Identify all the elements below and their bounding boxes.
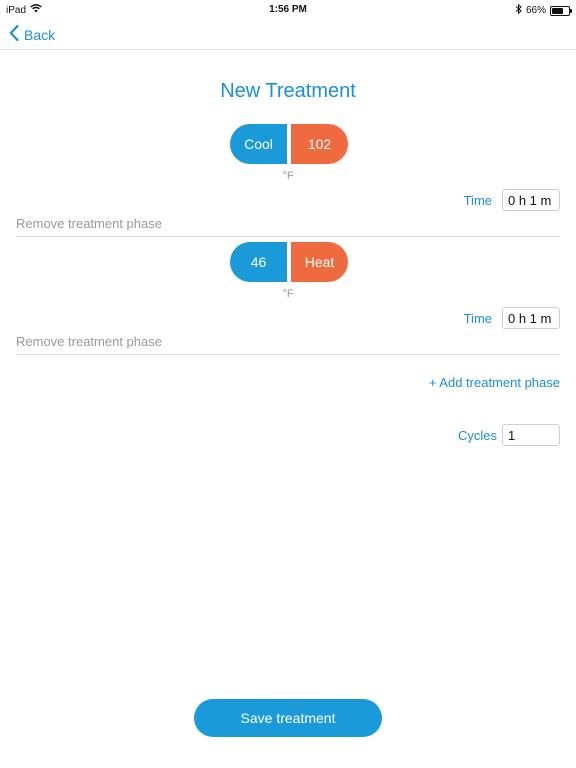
back-label: Back	[24, 26, 56, 43]
chevron-left-icon	[9, 24, 19, 44]
save-treatment-button[interactable]: Save treatment	[194, 699, 382, 737]
phase-2-time-input[interactable]	[502, 307, 560, 329]
battery-icon	[550, 5, 572, 16]
phase-2-heat-pill[interactable]: Heat	[291, 242, 348, 282]
page-title: New Treatment	[220, 80, 356, 102]
phase-2-time-row: Time	[464, 307, 560, 329]
phase-2-temperature-toggle: 46 Heat	[230, 242, 348, 282]
phase-2-remove-button[interactable]: Remove treatment phase	[16, 334, 560, 355]
cycles-input[interactable]	[502, 424, 560, 446]
phase-1-remove-button[interactable]: Remove treatment phase	[16, 216, 560, 237]
phase-1-unit: °F	[282, 170, 294, 182]
bluetooth-icon	[515, 3, 522, 17]
phase-1-cool-pill[interactable]: Cool	[230, 124, 287, 164]
status-bar: iPad 1:56 PM 66%	[0, 0, 576, 20]
phase-2-cool-pill[interactable]: 46	[230, 242, 287, 282]
phase-1-time-input[interactable]	[502, 189, 560, 211]
phase-1-temperature-toggle: Cool 102	[230, 124, 348, 164]
status-time: 1:56 PM	[269, 4, 307, 15]
phase-1-time-label: Time	[463, 192, 492, 208]
add-treatment-phase-button[interactable]: + Add treatment phase	[429, 375, 560, 390]
back-button[interactable]: Back	[9, 24, 56, 44]
cycles-label: Cycles	[457, 427, 497, 443]
phase-1-time-row: Time	[464, 189, 560, 211]
battery-percent: 66%	[525, 5, 546, 16]
phase-2-unit: °F	[282, 288, 294, 300]
phase-1-heat-pill[interactable]: 102	[291, 124, 348, 164]
battery-fill	[552, 7, 563, 14]
navigation-bar: Back	[0, 20, 576, 50]
phase-2-time-label: Time	[463, 310, 492, 326]
status-right: 66%	[515, 3, 572, 17]
cycles-row: Cycles	[458, 424, 560, 446]
